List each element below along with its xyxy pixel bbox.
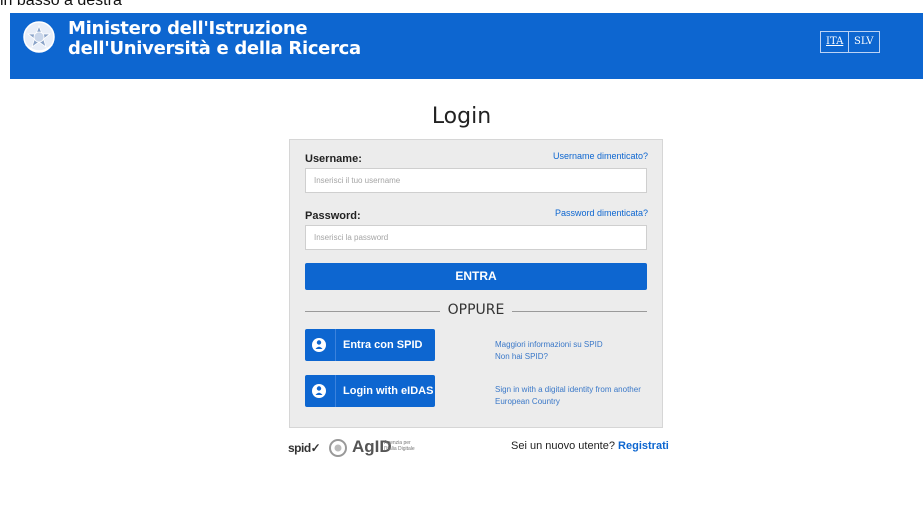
eidas-button-label: Login with eIDAS (343, 385, 434, 397)
password-input[interactable]: Inserisci la password (305, 225, 647, 250)
register-prompt: Sei un nuovo utente? Registrati (511, 440, 669, 452)
username-forgot-link[interactable]: Username dimenticato? (553, 151, 648, 161)
new-user-text: Sei un nuovo utente? (511, 440, 615, 452)
agid-logo-icon (329, 439, 347, 457)
password-label: Password: (305, 210, 361, 222)
page-title: Login (431, 104, 492, 129)
spid-login-button[interactable]: Entra con SPID (305, 329, 435, 361)
eidas-login-button[interactable]: Login with eIDAS (305, 375, 435, 407)
or-separator: OPPURE (447, 302, 505, 318)
user-icon (305, 375, 336, 407)
user-icon (305, 329, 336, 361)
site-header: Ministero dell'Istruzione dell'Universit… (10, 13, 923, 79)
lang-ita-button[interactable]: ITA (820, 31, 850, 53)
ministry-title-line2: dell'Università e della Ricerca (68, 38, 361, 59)
spid-info: Maggiori informazioni su SPID Non hai SP… (495, 339, 603, 363)
lang-slv-button[interactable]: SLV (848, 31, 880, 53)
republic-emblem-icon (23, 21, 55, 53)
username-label: Username: (305, 153, 362, 165)
ministry-title: Ministero dell'Istruzione dell'Universit… (68, 19, 361, 59)
login-panel: Username: Username dimenticato? Inserisc… (289, 139, 663, 428)
divider-right (512, 311, 647, 312)
eidas-info: Sign in with a digital identity from ano… (495, 384, 641, 408)
spid-more-info-link[interactable]: Maggiori informazioni su SPID (495, 339, 603, 351)
username-input[interactable]: Inserisci il tuo username (305, 168, 647, 193)
password-forgot-link[interactable]: Password dimenticata? (555, 208, 648, 218)
spid-no-account-link[interactable]: Non hai SPID? (495, 351, 603, 363)
register-link[interactable]: Registrati (618, 440, 669, 452)
eidas-info-line2[interactable]: European Country (495, 396, 641, 408)
caption-text: in basso a destra (0, 0, 122, 9)
agid-subtitle: Agenzia per l'Italia Digitale (384, 440, 415, 452)
spid-button-label: Entra con SPID (343, 339, 423, 351)
spid-logo: spid✓ (288, 441, 321, 455)
eidas-info-line1[interactable]: Sign in with a digital identity from ano… (495, 384, 641, 396)
ministry-title-line1: Ministero dell'Istruzione (68, 18, 308, 39)
login-submit-button[interactable]: ENTRA (305, 263, 647, 290)
